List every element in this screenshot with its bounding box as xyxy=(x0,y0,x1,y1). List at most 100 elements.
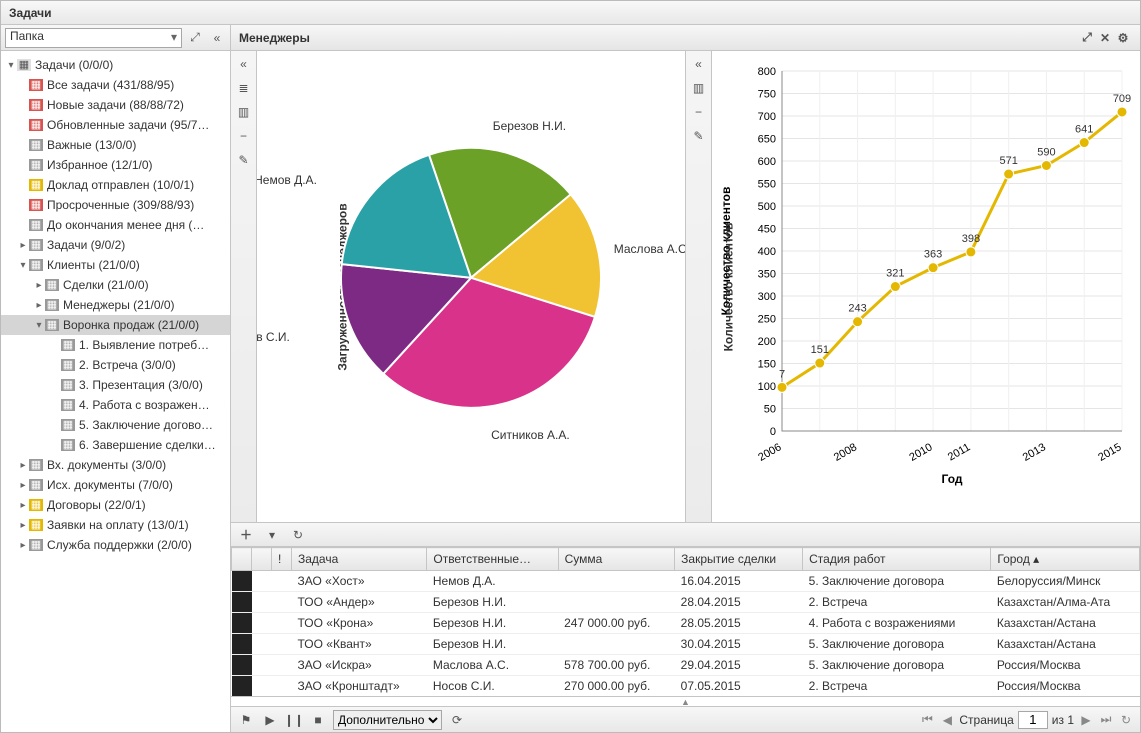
close-icon[interactable]: ✕ xyxy=(1096,29,1114,47)
tree-item[interactable]: ▦5. Заключение догово… xyxy=(1,415,230,435)
gear-icon[interactable]: ⚙ xyxy=(1114,29,1132,47)
table-row[interactable]: ТОО «Крона»Березов Н.И.247 000.00 руб.28… xyxy=(232,613,1140,634)
table-row[interactable]: ЗАО «Искра»Маслова А.С.578 700.00 руб.29… xyxy=(232,655,1140,676)
collapse-icon[interactable]: « xyxy=(208,29,226,47)
cell: 28.05.2015 xyxy=(675,613,803,634)
pause-icon[interactable]: ❙❙ xyxy=(285,711,303,729)
tree-item-label: Обновленные задачи (95/7… xyxy=(47,118,209,132)
column-header[interactable]: Закрытие сделки xyxy=(675,548,803,571)
pager-caret-icon[interactable]: ▲ xyxy=(231,696,1140,706)
tree-item[interactable]: ▦Избранное (12/1/0) xyxy=(1,155,230,175)
column-header[interactable] xyxy=(252,548,272,571)
column-header[interactable]: Ответственные… xyxy=(427,548,558,571)
last-page-icon[interactable]: ⏭ xyxy=(1098,712,1114,727)
tree-item[interactable]: ▦4. Работа с возражен… xyxy=(1,395,230,415)
svg-text:7: 7 xyxy=(779,368,785,380)
table-row[interactable]: ЗАО «Хост»Немов Д.А.16.04.20155. Заключе… xyxy=(232,571,1140,592)
cell: Березов Н.И. xyxy=(427,592,558,613)
tree-item-label: Клиенты (21/0/0) xyxy=(47,258,140,272)
tree-item-label: До окончания менее дня (… xyxy=(47,218,204,232)
expand-all-icon[interactable]: ⤢ xyxy=(1078,29,1096,47)
minus-icon[interactable]: − xyxy=(690,103,708,121)
tree-item[interactable]: ▦Просроченные (309/88/93) xyxy=(1,195,230,215)
prev-page-icon[interactable]: ◀ xyxy=(939,713,955,727)
tree-item-label: 5. Заключение догово… xyxy=(79,418,213,432)
cell: Березов Н.И. xyxy=(427,634,558,655)
svg-text:300: 300 xyxy=(758,291,776,303)
column-header[interactable]: Стадия работ xyxy=(803,548,991,571)
column-header[interactable] xyxy=(232,548,252,571)
list-icon[interactable]: ≣ xyxy=(235,79,253,97)
collapse-left-icon[interactable]: « xyxy=(690,55,708,73)
tree-item[interactable]: ▾▦Клиенты (21/0/0) xyxy=(1,255,230,275)
reload-icon[interactable]: ↻ xyxy=(1118,713,1134,727)
tree-item[interactable]: ▸▦Менеджеры (21/0/0) xyxy=(1,295,230,315)
tree-item[interactable]: ▾▦Воронка продаж (21/0/0) xyxy=(1,315,230,335)
tree-item[interactable]: ▸▦Сделки (21/0/0) xyxy=(1,275,230,295)
tree-item[interactable]: ▦Все задачи (431/88/95) xyxy=(1,75,230,95)
stop-icon[interactable]: ■ xyxy=(309,711,327,729)
collapse-left-icon[interactable]: « xyxy=(235,55,253,73)
column-header[interactable]: Сумма xyxy=(558,548,675,571)
cell: Казахстан/Алма-Ата xyxy=(991,592,1140,613)
cell: 4. Работа с возражениями xyxy=(803,613,991,634)
folder-icon: ▦ xyxy=(29,239,43,251)
extra-select[interactable]: Дополнительно xyxy=(333,710,442,730)
tree-item[interactable]: ▦Обновленные задачи (95/7… xyxy=(1,115,230,135)
tree-item[interactable]: ▸▦Вх. документы (3/0/0) xyxy=(1,455,230,475)
tree-item[interactable]: ▸▦Служба поддержки (2/0/0) xyxy=(1,535,230,555)
play-icon[interactable]: ▶ xyxy=(261,711,279,729)
dropdown-icon[interactable]: ▾ xyxy=(263,526,281,544)
tree-item[interactable]: ▸▦Задачи (9/0/2) xyxy=(1,235,230,255)
column-header[interactable]: ! xyxy=(272,548,292,571)
column-header[interactable]: Город ▴ xyxy=(991,548,1140,571)
cell: Немов Д.А. xyxy=(427,571,558,592)
tree-item[interactable]: ▦До окончания менее дня (… xyxy=(1,215,230,235)
svg-text:2013: 2013 xyxy=(1021,441,1048,464)
tree-item[interactable]: ▸▦Заявки на оплату (13/0/1) xyxy=(1,515,230,535)
tree-item[interactable]: ▦3. Презентация (3/0/0) xyxy=(1,375,230,395)
page-input[interactable] xyxy=(1018,711,1048,729)
first-page-icon[interactable]: ⏮ xyxy=(919,712,935,727)
minus-icon[interactable]: − xyxy=(235,127,253,145)
expand-icon[interactable]: ⤢ xyxy=(186,29,204,47)
column-header[interactable]: Задача xyxy=(292,548,427,571)
svg-text:571: 571 xyxy=(999,155,1017,167)
tree-item[interactable]: ▦Доклад отправлен (10/0/1) xyxy=(1,175,230,195)
table-row[interactable]: ТОО «Андер»Березов Н.И.28.04.20152. Встр… xyxy=(232,592,1140,613)
add-icon[interactable]: ＋ xyxy=(237,526,255,544)
cell: ТОО «Крона» xyxy=(292,613,427,634)
table-row[interactable]: ТОО «Квант»Березов Н.И.30.04.20155. Закл… xyxy=(232,634,1140,655)
cell: ЗАО «Кронштадт» xyxy=(292,676,427,697)
pencil-icon[interactable]: ✎ xyxy=(235,151,253,169)
tree-item[interactable]: ▸▦Договоры (22/0/1) xyxy=(1,495,230,515)
tree-item-label: Доклад отправлен (10/0/1) xyxy=(47,178,194,192)
folder-icon: ▦ xyxy=(45,319,59,331)
tree-item[interactable]: ▸▦Исх. документы (7/0/0) xyxy=(1,475,230,495)
tree-item-label: Воронка продаж (21/0/0) xyxy=(63,318,199,332)
table-row[interactable]: ЗАО «Кронштадт»Носов С.И.270 000.00 руб.… xyxy=(232,676,1140,697)
tree-item-label: 6. Завершение сделки… xyxy=(79,438,216,452)
tree-item[interactable]: ▾▦Задачи (0/0/0) xyxy=(1,55,230,75)
chart-icon[interactable]: ▥ xyxy=(235,103,253,121)
pencil-icon[interactable]: ✎ xyxy=(690,127,708,145)
chart-icon[interactable]: ▥ xyxy=(690,79,708,97)
tree-item[interactable]: ▦Новые задачи (88/88/72) xyxy=(1,95,230,115)
cell: 16.04.2015 xyxy=(675,571,803,592)
folder-icon: ▦ xyxy=(29,499,43,511)
tree-item[interactable]: ▦1. Выявление потреб… xyxy=(1,335,230,355)
refresh-icon[interactable]: ↻ xyxy=(289,526,307,544)
pie-toolbar: « ≣ ▥ − ✎ xyxy=(231,51,257,522)
tree-item[interactable]: ▦6. Завершение сделки… xyxy=(1,435,230,455)
svg-text:0: 0 xyxy=(770,426,776,438)
cell: ЗАО «Хост» xyxy=(292,571,427,592)
tree-item[interactable]: ▦Важные (13/0/0) xyxy=(1,135,230,155)
tree-item[interactable]: ▦2. Встреча (3/0/0) xyxy=(1,355,230,375)
next-page-icon[interactable]: ▶ xyxy=(1078,713,1094,727)
tree-item-label: Заявки на оплату (13/0/1) xyxy=(47,518,189,532)
gear-refresh-icon[interactable]: ⟳ xyxy=(448,711,466,729)
folder-icon: ▦ xyxy=(29,199,43,211)
flag-icon[interactable]: ⚑ xyxy=(237,711,255,729)
tree-item-label: 4. Работа с возражен… xyxy=(79,398,210,412)
folder-select[interactable]: Папка xyxy=(5,28,182,48)
